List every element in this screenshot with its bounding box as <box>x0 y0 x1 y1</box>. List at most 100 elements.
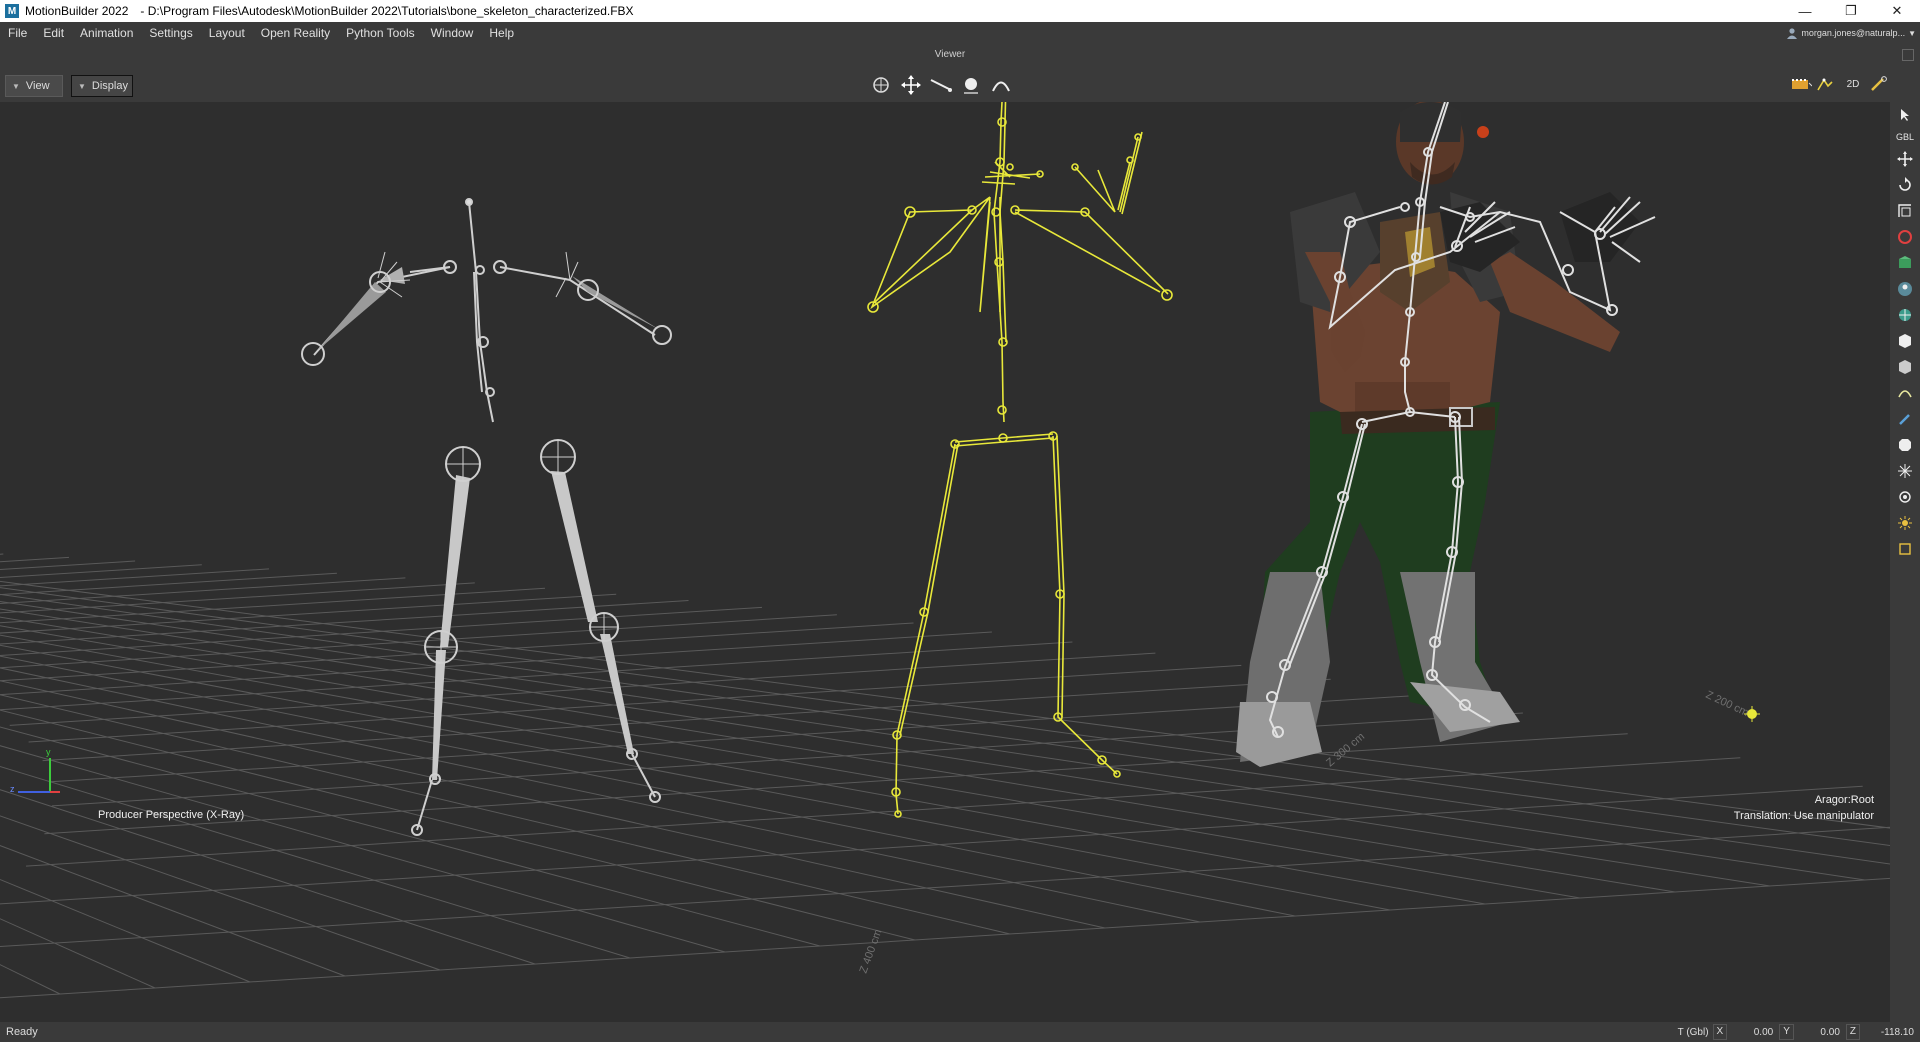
user-name: morgan.jones@naturalp... <box>1801 28 1906 38</box>
joint-icon[interactable] <box>1890 458 1920 484</box>
title-bar: M MotionBuilder 2022 - D:\Program Files\… <box>0 0 1920 22</box>
light-icon[interactable] <box>1890 510 1920 536</box>
bone-right-leg <box>540 439 661 803</box>
maximize-pane-icon[interactable] <box>1902 49 1914 61</box>
yellow-right-arm <box>1010 131 1173 301</box>
display-button[interactable]: ▼ Display <box>71 75 133 97</box>
character-model <box>1236 102 1656 767</box>
graph-icon[interactable] <box>1814 74 1840 94</box>
view-button-label: View <box>25 80 50 92</box>
menu-open-reality[interactable]: Open Reality <box>253 26 338 40</box>
keyframe-icon[interactable] <box>1890 224 1920 250</box>
wrench-icon[interactable] <box>1866 74 1892 94</box>
grid-label-z300: Z 300 cm <box>1324 731 1367 770</box>
marker-icon[interactable] <box>1890 536 1920 562</box>
move-icon[interactable] <box>1890 146 1920 172</box>
x-value-field[interactable]: 0.00 <box>1727 1027 1779 1038</box>
grid-label-z400: Z 400 cm <box>858 928 885 975</box>
arc-tool-icon[interactable] <box>986 72 1016 98</box>
yellow-left-leg <box>891 443 959 818</box>
sphere-tool-icon[interactable] <box>956 72 986 98</box>
chevron-down-icon: ▼ <box>78 81 86 91</box>
grid-line <box>0 878 251 983</box>
translate-icon[interactable] <box>896 72 926 98</box>
manipulator-hint: Translation: Use manipulator <box>1733 810 1874 822</box>
chevron-down-icon: ▼ <box>1908 28 1916 38</box>
grid-line <box>0 580 1890 829</box>
grid-line <box>0 826 1890 948</box>
octagon-icon[interactable] <box>1890 432 1920 458</box>
scale-icon[interactable] <box>1890 198 1920 224</box>
axis-gizmo: y z <box>10 747 60 794</box>
selected-object-label: Aragor:Root <box>1814 794 1874 806</box>
bone-spine <box>465 198 495 423</box>
view-button[interactable]: ▼ View <box>5 75 63 97</box>
grid-line <box>25 757 1741 867</box>
menu-bar: File Edit Animation Settings Layout Open… <box>0 22 1920 44</box>
rotate-icon[interactable] <box>1890 172 1920 198</box>
menu-settings[interactable]: Settings <box>141 26 200 40</box>
coordinate-readout: T (Gbl) X 0.00 Y 0.00 Z -118.10 <box>1674 1024 1920 1040</box>
user-account[interactable]: morgan.jones@naturalp... ▼ <box>1786 22 1916 44</box>
grid-line <box>0 789 536 965</box>
viewer-title: Viewer <box>934 49 966 60</box>
globe-icon[interactable] <box>1890 302 1920 328</box>
grid-line <box>0 622 914 682</box>
character-icon[interactable] <box>1890 276 1920 302</box>
y-value-field[interactable]: 0.00 <box>1794 1027 1846 1038</box>
grid-line <box>9 652 1156 726</box>
y-label: Y <box>1779 1024 1794 1040</box>
grid-line <box>0 625 1581 899</box>
3d-viewport[interactable]: Z 400 cm Z 300 cm Z 200 cm y z Producer … <box>0 102 1890 1022</box>
menu-layout[interactable]: Layout <box>201 26 253 40</box>
manipulator-tools <box>866 72 1016 98</box>
axis-y-label: y <box>46 747 51 757</box>
cube-icon[interactable] <box>1890 328 1920 354</box>
menu-python-tools[interactable]: Python Tools <box>338 26 423 40</box>
layer-icon[interactable] <box>1890 250 1920 276</box>
viewer-right-tools: 2D <box>1788 74 1892 94</box>
global-local-toggle[interactable]: GBL <box>1890 128 1920 146</box>
brush-icon[interactable] <box>1890 406 1920 432</box>
camera-label: Producer Perspective (X-Ray) <box>98 809 245 821</box>
chevron-down-icon: ▼ <box>12 81 20 91</box>
x-label: X <box>1712 1024 1728 1040</box>
box-icon[interactable] <box>1890 354 1920 380</box>
bone-right-arm <box>493 251 672 345</box>
restore-button[interactable]: ❐ <box>1828 0 1874 22</box>
grid-line <box>42 678 1331 762</box>
yellow-left-arm <box>867 161 1044 313</box>
user-icon <box>1787 28 1798 39</box>
status-text: Ready <box>6 1026 38 1038</box>
minimize-button[interactable]: — <box>1782 0 1828 22</box>
film-icon[interactable] <box>1788 74 1814 94</box>
line-tool-icon[interactable] <box>926 72 956 98</box>
grid-line <box>0 553 4 555</box>
menu-window[interactable]: Window <box>423 26 482 40</box>
camera-icon[interactable] <box>1890 484 1920 510</box>
grid-line <box>44 733 1628 835</box>
floor-grid <box>0 553 1890 999</box>
right-toolbar: GBL <box>1890 102 1920 1022</box>
grid-label-z200: Z 200 cm <box>1704 689 1751 719</box>
status-bar: Ready T (Gbl) X 0.00 Y 0.00 Z -118.10 <box>0 1022 1920 1042</box>
selected-skeleton <box>867 102 1173 818</box>
bone-left-arm <box>301 251 457 366</box>
menu-help[interactable]: Help <box>481 26 522 40</box>
z-value-field[interactable]: -118.10 <box>1860 1027 1920 1038</box>
orbit-icon[interactable] <box>866 72 896 98</box>
coord-mode[interactable]: T (Gbl) <box>1674 1027 1713 1038</box>
curve-icon[interactable] <box>1890 380 1920 406</box>
grid-line <box>0 726 821 947</box>
bone-skeleton <box>301 198 672 836</box>
menu-file[interactable]: File <box>0 26 35 40</box>
menu-edit[interactable]: Edit <box>35 26 72 40</box>
select-arrow-icon[interactable] <box>1890 102 1920 128</box>
close-button[interactable]: ✕ <box>1874 0 1920 22</box>
axis-z-label: z <box>10 784 15 794</box>
display-button-label: Display <box>91 80 128 92</box>
grid-line <box>0 572 337 596</box>
mode-2d-button[interactable]: 2D <box>1840 74 1866 94</box>
menu-animation[interactable]: Animation <box>72 26 141 40</box>
viewer-header: Viewer <box>0 44 1920 64</box>
